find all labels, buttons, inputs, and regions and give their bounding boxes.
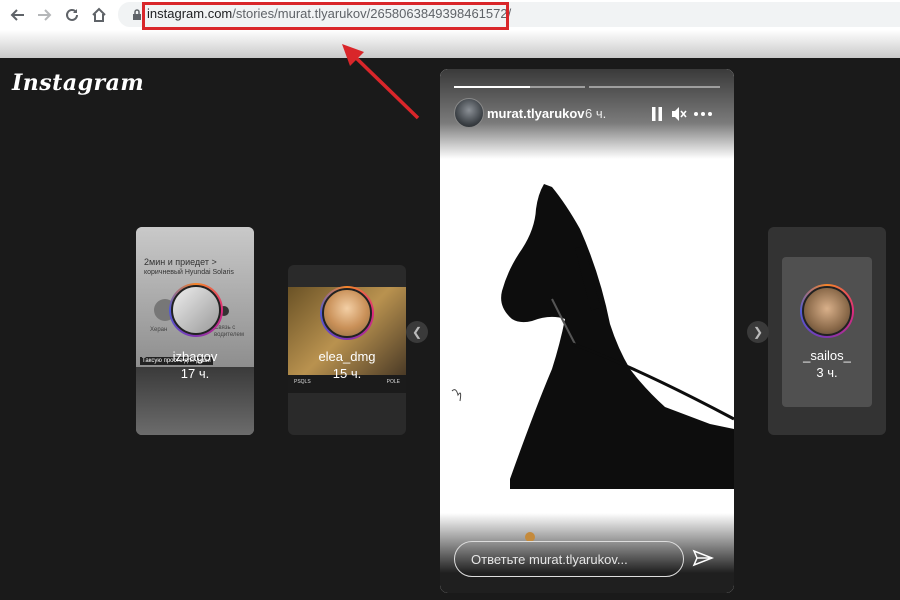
thumb-preview-line1: 2мин и приедет > xyxy=(144,257,217,267)
story-thumb-elea-dmg[interactable]: PSQLS POLE elea_dmg 15 ч. xyxy=(288,265,406,435)
story-username[interactable]: murat.tlyarukov xyxy=(487,106,585,121)
forward-button[interactable] xyxy=(34,5,54,25)
home-icon xyxy=(92,7,106,22)
story-thumb-izbagov[interactable]: 2мин и приедет > коричневый Hyundai Sola… xyxy=(136,227,254,435)
thumb-username: izbagov xyxy=(172,349,218,364)
paper-plane-icon xyxy=(692,549,715,567)
pause-button[interactable] xyxy=(651,106,663,122)
thumb-preview-line2: коричневый Hyundai Solaris xyxy=(144,269,234,276)
story-progress-segment-1 xyxy=(454,86,585,88)
avatar-image xyxy=(322,288,372,338)
toolbar-strip xyxy=(0,30,900,58)
share-button[interactable] xyxy=(692,548,715,570)
story-thumb-sailos[interactable]: _sailos_ 3 ч. xyxy=(768,227,886,435)
arrow-left-icon xyxy=(10,9,24,21)
thumb-username: elea_dmg xyxy=(318,349,376,364)
avatar-izbagov xyxy=(169,283,223,337)
chevron-left-icon: ❮ xyxy=(411,325,423,339)
red-arrow-annotation xyxy=(342,44,420,120)
reload-button[interactable] xyxy=(62,5,82,25)
thumb-preview-right: Связь с водителем xyxy=(214,325,244,338)
browser-toolbar: instagram.com/stories/murat.tlyarukov/26… xyxy=(0,0,900,30)
story-viewer[interactable]: murat.tlyarukov 6 ч. xyxy=(440,69,734,593)
mute-button[interactable] xyxy=(670,105,688,123)
reply-field[interactable] xyxy=(454,541,699,577)
story-progress-fill xyxy=(454,86,530,88)
story-progress-segment-2 xyxy=(589,86,720,88)
volume-muted-icon xyxy=(672,107,687,121)
thumb-username: _sailos_ xyxy=(803,348,851,363)
arrow-right-icon xyxy=(38,9,52,21)
instagram-logo[interactable]: Instagram xyxy=(12,70,144,96)
reply-input[interactable] xyxy=(455,542,699,576)
more-options-button[interactable] xyxy=(693,106,715,122)
thumb-preview-left: Херан xyxy=(150,327,168,333)
story-avatar[interactable] xyxy=(454,98,484,128)
url-highlight-box xyxy=(142,2,509,30)
pause-icon xyxy=(652,107,662,121)
previous-story-button[interactable]: ❮ xyxy=(406,321,428,343)
lock-icon xyxy=(133,9,141,20)
thumb-age: 15 ч. xyxy=(332,366,362,381)
thumb-age: 3 ч. xyxy=(816,365,838,380)
avatar-image xyxy=(802,286,852,336)
home-button[interactable] xyxy=(89,5,109,25)
next-story-button[interactable]: ❯ xyxy=(747,321,769,343)
avatar-sailos xyxy=(800,284,854,338)
thumb-age: 17 ч. xyxy=(180,366,210,381)
back-button[interactable] xyxy=(8,5,28,25)
story-age: 6 ч. xyxy=(585,106,607,121)
avatar-image xyxy=(171,285,221,335)
reload-icon xyxy=(66,8,78,21)
avatar-elea-dmg xyxy=(320,286,374,340)
ellipsis-icon xyxy=(694,112,712,116)
chevron-right-icon: ❯ xyxy=(752,325,764,339)
